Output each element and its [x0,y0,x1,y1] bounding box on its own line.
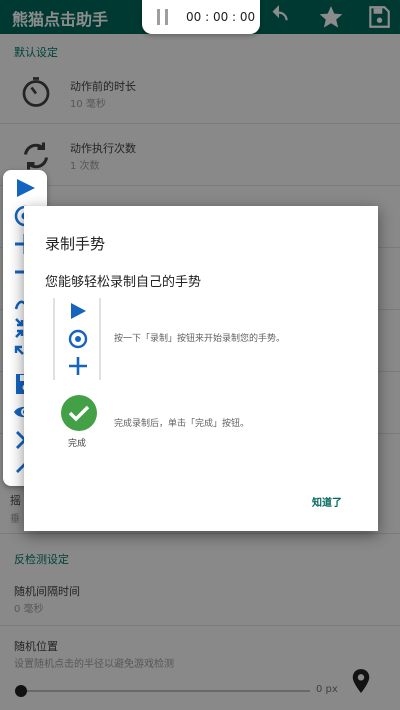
dialog-title: 录制手势 [45,235,106,253]
play-icon[interactable] [12,175,38,201]
dialog-message: 您能够轻松录制自己的手势 [45,275,202,290]
target-icon [68,329,88,349]
done-label: 完成 [68,439,87,449]
pause-icon[interactable] [154,8,172,26]
record-gesture-dialog: 录制手势 您能够轻松录制自己的手势 按一下「录制」按钮来开始录制您的手势。 完成… [24,206,378,531]
got-it-button[interactable]: 知道了 [312,494,342,509]
timer-pill: 00 : 00 : 00 [142,0,260,34]
dialog-step1-text: 按一下「录制」按钮来开始录制您的手势。 [114,334,286,344]
toolbar-preview [53,298,101,380]
dialog-step2-text: 完成录制后，单击「完成」按钮。 [114,419,250,429]
check-circle-icon [61,395,97,431]
add-icon [69,357,87,375]
timer-readout: 00 : 00 : 00 [186,10,256,24]
play-icon [71,303,86,319]
